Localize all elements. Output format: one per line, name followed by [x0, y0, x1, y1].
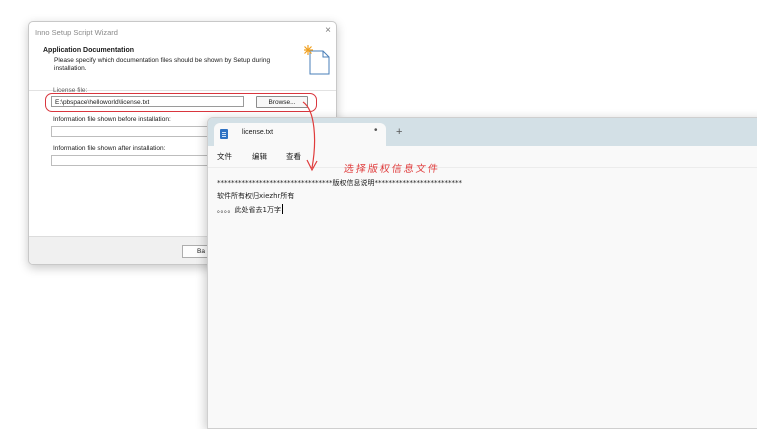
unsaved-dot-icon[interactable]: • — [374, 125, 378, 136]
before-install-label: Information file shown before installati… — [53, 116, 171, 123]
notepad-window: license.txt • + 文件 编辑 查看 ***************… — [207, 117, 757, 429]
text-line: 。。。。此处省去1万字 — [217, 204, 283, 215]
page-title: Application Documentation — [43, 47, 134, 54]
new-tab-icon[interactable]: + — [396, 127, 402, 138]
menu-edit[interactable]: 编辑 — [252, 151, 267, 162]
tab-bar: license.txt • + — [208, 118, 757, 146]
page-description: Please specify which documentation files… — [54, 57, 271, 72]
highlight-box — [45, 93, 317, 112]
annotation-text: 选择版权信息文件 — [342, 164, 441, 175]
close-icon[interactable]: × — [325, 25, 331, 36]
text-line: *********************************版权信息说明*… — [217, 179, 462, 187]
document-sparkle-icon — [304, 45, 330, 75]
menu-bar: 文件 编辑 查看 — [208, 146, 757, 166]
menu-file[interactable]: 文件 — [217, 151, 232, 162]
text-caret — [281, 204, 283, 214]
text-line: 软件所有权归xiezhr所有 — [217, 192, 295, 200]
annotation-arrow — [302, 101, 318, 172]
wizard-title: Inno Setup Script Wizard — [35, 28, 118, 37]
tab-title: license.txt — [242, 129, 274, 136]
notepad-file-icon — [220, 129, 228, 139]
after-install-label: Information file shown after installatio… — [53, 145, 166, 152]
text-editor[interactable]: *********************************版权信息说明*… — [208, 167, 757, 428]
text-line-content: 。。。。此处省去1万字 — [217, 206, 281, 214]
